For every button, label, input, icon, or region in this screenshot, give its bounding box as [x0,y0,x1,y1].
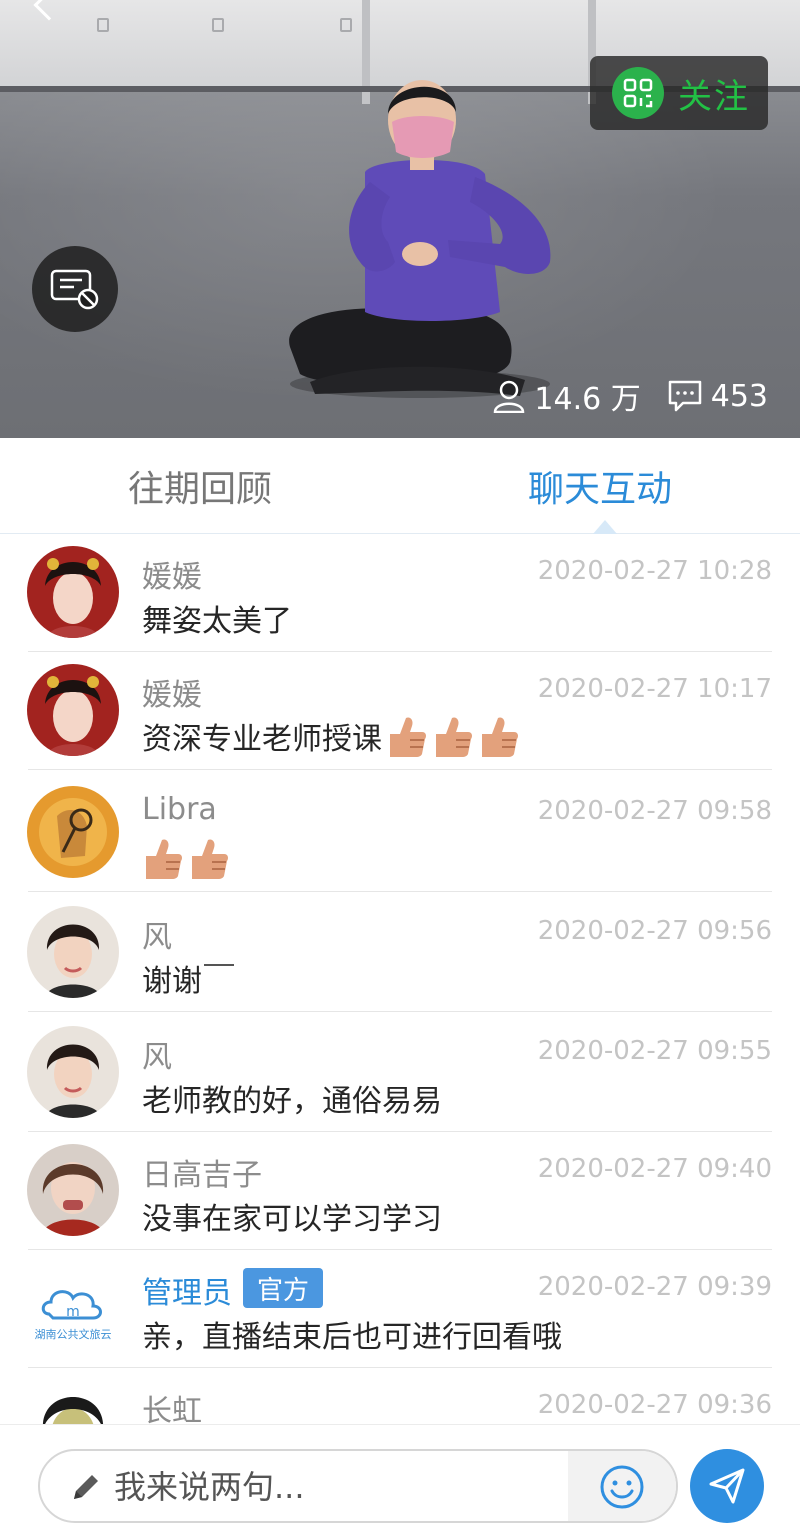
live-stats: 14.6 万 453 [492,376,768,417]
send-paper-plane-icon [709,1468,745,1504]
username: 媛媛 [142,560,202,595]
avatar[interactable] [27,906,119,998]
timestamp: 2020-02-27 09:39 [537,1272,772,1302]
message-text [142,836,230,880]
wall-outlet [340,18,352,32]
timestamp: 2020-02-27 10:28 [537,556,772,586]
pencil-icon [74,1475,98,1499]
tab-chat[interactable]: 聊天互动 [400,438,800,533]
message-text: 资深专业老师授课 [142,714,520,758]
message-text: 没事在家可以学习学习 [142,1202,442,1237]
tab-replay[interactable]: 往期回顾 [0,438,400,533]
chat-message: 日高吉子 2020-02-27 09:40 没事在家可以学习学习 [0,1132,800,1250]
comment-input-container[interactable] [38,1449,678,1523]
message-text: 亲，直播结束后也可进行回看哦 [142,1320,562,1355]
chat-input-bar [0,1424,800,1535]
username: 媛媛 [142,678,202,713]
timestamp: 2020-02-27 09:58 [537,796,772,826]
comment-input[interactable] [114,1461,564,1513]
timestamp: 2020-02-27 09:55 [537,1036,772,1066]
thumbs-up-emoji [192,839,228,879]
viewer-icon [494,380,525,413]
qr-code-icon [612,67,664,119]
timestamp: 2020-02-27 10:17 [537,674,772,704]
chat-list[interactable]: 媛媛 2020-02-27 10:28 舞姿太美了 媛媛 2020-02-27 … [0,534,800,1424]
avatar[interactable] [27,786,119,878]
svg-text:m: m [66,1304,80,1320]
follow-button[interactable]: 关注 [590,56,768,130]
username: 风 [142,1040,172,1075]
thumbs-up-emoji [436,717,472,757]
active-tab-indicator [593,520,617,534]
thumbs-up-emoji [482,717,518,757]
avatar[interactable] [27,1380,119,1424]
svg-text:湖南公共文旅云: 湖南公共文旅云 [35,1327,112,1341]
chat-message-admin: m 湖南公共文旅云 管理员 官方 2020-02-27 09:39 亲，直播结束… [0,1250,800,1368]
wall-outlet [97,18,109,32]
message-text: 谢谢 [142,956,234,1000]
timestamp: 2020-02-27 09:56 [537,916,772,946]
dancer-figure [289,80,551,398]
official-badge: 官方 [243,1268,324,1308]
timestamp: 2020-02-27 09:36 [537,1390,772,1420]
admin-logo[interactable]: m 湖南公共文旅云 [27,1262,119,1354]
comment-icon [668,380,701,412]
send-button[interactable] [690,1449,764,1523]
tab-bar: 往期回顾 聊天互动 [0,438,800,534]
chat-message: 媛媛 2020-02-27 10:28 舞姿太美了 [0,534,800,652]
danmaku-off-icon [50,269,99,310]
avatar[interactable] [27,1144,119,1236]
follow-label: 关注 [678,76,750,117]
username: 管理员 [142,1276,232,1311]
message-text: 舞姿太美了 [142,604,292,639]
comment-count: 453 [710,378,768,414]
avatar[interactable] [27,664,119,756]
chat-message: Libra 2020-02-27 09:58 [0,774,800,892]
viewer-count: 14.6 万 [534,382,641,417]
avatar[interactable] [27,546,119,638]
chat-message: 风 2020-02-27 09:55 老师教的好，通俗易易 [0,1014,800,1132]
wall-outlet [212,18,224,32]
timestamp: 2020-02-27 09:40 [537,1154,772,1184]
username: Libra [142,792,217,827]
danmaku-toggle-button[interactable] [32,246,118,332]
username: 日高吉子 [142,1158,262,1193]
chat-message: 媛媛 2020-02-27 10:17 资深专业老师授课 [0,652,800,770]
username: 风 [142,920,172,955]
thumbs-up-emoji [390,717,426,757]
live-video-player[interactable]: 关注 14.6 万 453 [0,0,800,438]
emoji-icon[interactable] [598,1463,646,1511]
chat-message: 长虹 2020-02-27 09:36 [0,1368,800,1424]
thumbs-up-emoji [146,839,182,879]
username: 长虹 [142,1394,202,1424]
chat-message: 风 2020-02-27 09:56 谢谢 [0,894,800,1012]
avatar[interactable] [27,1026,119,1118]
message-text: 老师教的好，通俗易易 [142,1084,442,1119]
